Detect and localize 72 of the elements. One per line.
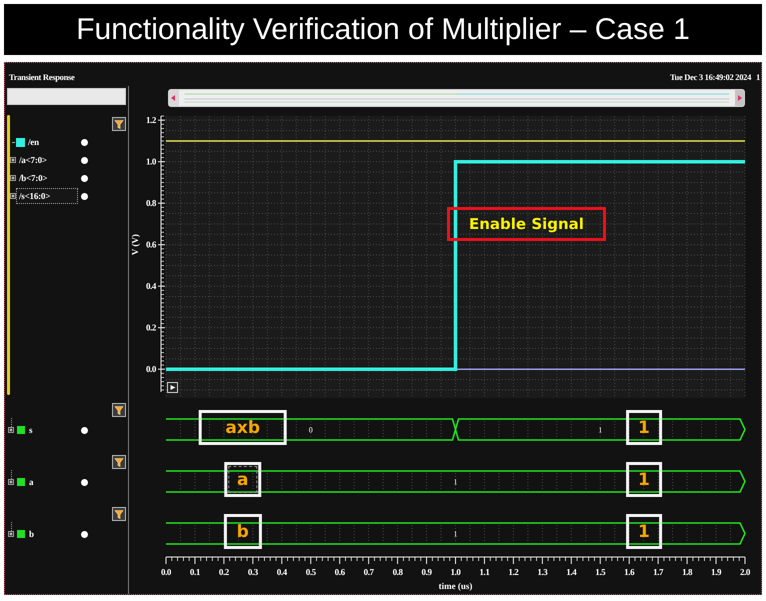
bus-value: 0 [308,426,313,434]
annotation: a [224,462,262,497]
dot-icon[interactable] [81,192,88,200]
x-tick-label: 0.8 [392,567,403,577]
x-tick-label: 1.9 [711,567,722,577]
header-text: 1 [756,72,760,82]
dot-icon[interactable] [81,156,88,164]
y-tick-label: 0.0 [146,364,156,374]
y-tick-label: 0.8 [146,198,156,208]
x-tick-label: 0.5 [306,567,316,577]
annotation: 1 [626,410,662,445]
signal-name[interactable]: b [26,526,78,542]
filter-icon[interactable] [112,507,126,521]
x-tick-label: 0.6 [334,567,345,577]
filter-icon[interactable] [112,403,126,417]
y-tick-label: 0.4 [146,281,156,292]
expand-icon[interactable] [8,479,14,485]
x-tick-label: 2.0 [740,567,750,577]
signal-name[interactable]: /b<7:0> [16,170,78,186]
x-tick-label: 1.5 [595,567,606,577]
expand-icon[interactable] [8,531,14,537]
signal-name[interactable]: /en [25,134,78,150]
x-tick-label: 1.2 [508,567,518,577]
play-icon[interactable] [167,382,178,393]
x-tick-label: 1.7 [653,567,664,577]
y-tick-label: 1.2 [146,115,156,126]
timestamp: Tue Dec 3 16:49:02 2024 [670,72,752,82]
signal-name[interactable]: a [26,474,78,490]
signal-name[interactable]: /a<7:0> [16,152,78,168]
scrollbar[interactable] [168,89,745,107]
bus-value: 1 [454,478,458,486]
window-title: Transient Response [9,72,75,82]
signal-name[interactable]: /s<16:0> [16,188,78,204]
annotation: 1 [626,514,662,549]
x-tick-label: 1.3 [537,567,548,577]
bus-value: 1 [454,530,458,538]
x-tick-label: 1.0 [450,567,461,577]
annotation: Enable Signal [447,207,606,241]
x-tick-label: 0.7 [364,567,374,577]
bus-value: 1 [598,426,602,434]
dot-icon[interactable] [81,426,88,434]
signal-name[interactable]: s [26,422,78,438]
slide-title: Functionality Verification of Multiplier – Case 1 [4,4,762,55]
dot-icon[interactable] [81,478,88,486]
y-tick-label: 0.6 [146,240,156,250]
x-tick-label: 0.9 [422,567,432,577]
x-axis-title: time (us) [438,581,472,591]
x-tick-label: 1.6 [624,567,634,577]
expand-icon[interactable] [10,175,16,181]
expand-icon[interactable] [8,427,14,433]
x-tick-label: 1.1 [479,567,490,577]
annotation: axb [198,410,287,445]
x-tick-label: 0.3 [248,567,258,577]
x-tick-label: 1.4 [566,567,576,577]
filter-icon[interactable] [112,455,126,469]
x-tick-label: 0.4 [276,567,287,577]
expand-icon[interactable] [10,157,16,163]
annotation: 1 [626,462,662,497]
y-tick-label: 1.0 [146,156,156,167]
dot-icon[interactable] [81,530,88,538]
y-tick-label: 0.2 [146,322,156,333]
annotation: b [224,514,262,549]
x-tick-label: 0.2 [218,567,229,577]
x-tick-label: 0.0 [160,567,172,577]
filter-icon[interactable] [112,117,126,131]
x-tick-label: 1.8 [682,567,692,577]
x-tick-label: 0.1 [190,567,200,577]
dot-icon[interactable] [81,138,88,146]
dot-icon[interactable] [81,174,88,182]
expand-icon[interactable] [10,193,16,199]
y-axis-title: V (V) [130,234,140,256]
search-field[interactable] [7,88,126,105]
